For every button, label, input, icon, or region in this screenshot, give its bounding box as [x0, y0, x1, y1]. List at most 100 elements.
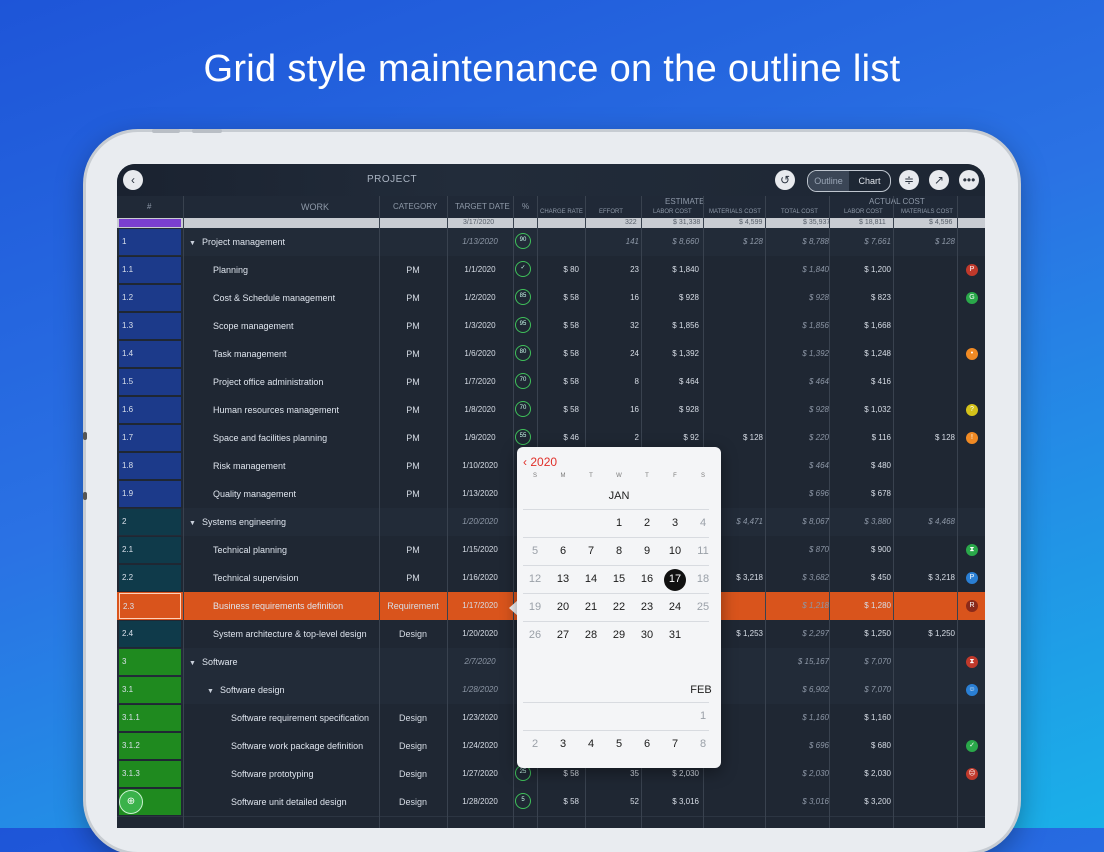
- col-labor-cost[interactable]: LABOR COST: [653, 209, 692, 215]
- work-cell[interactable]: Software requirement specification: [231, 704, 369, 732]
- labor-cell[interactable]: $ 928: [643, 396, 699, 424]
- col-effort[interactable]: EFFORT: [599, 209, 623, 215]
- work-cell[interactable]: ▼ Software: [189, 648, 237, 678]
- col-target-date[interactable]: TARGET DATE: [455, 202, 510, 211]
- target-date-cell[interactable]: 1/20/2020: [449, 620, 511, 648]
- total-cell[interactable]: $ 696: [767, 732, 829, 760]
- calendar-day[interactable]: 25: [689, 601, 717, 613]
- alabor-cell[interactable]: $ 900: [837, 536, 891, 564]
- col-materials-cost[interactable]: MATERIALS COST: [709, 209, 761, 215]
- labor-cell[interactable]: $ 464: [643, 368, 699, 396]
- total-cell[interactable]: $ 870: [767, 536, 829, 564]
- calendar-day[interactable]: 21: [577, 601, 605, 613]
- add-button[interactable]: ⊕: [119, 790, 143, 814]
- amat-cell[interactable]: $ 3,218: [897, 564, 955, 592]
- effort-cell[interactable]: 16: [587, 396, 639, 424]
- labor-cell[interactable]: $ 3,016: [643, 788, 699, 816]
- col-actual-materials-cost[interactable]: MATERIALS COST: [901, 209, 953, 215]
- status-flag-icon[interactable]: ⧗: [966, 656, 978, 668]
- total-cell[interactable]: $ 1,160: [767, 704, 829, 732]
- target-date-cell[interactable]: 1/7/2020: [449, 368, 511, 396]
- total-cell[interactable]: $ 696: [767, 480, 829, 508]
- target-date-cell[interactable]: 1/10/2020: [449, 452, 511, 480]
- status-flag-icon[interactable]: •: [966, 348, 978, 360]
- effort-cell[interactable]: 32: [587, 312, 639, 340]
- alabor-cell[interactable]: $ 450: [837, 564, 891, 592]
- total-cell[interactable]: $ 6,902: [767, 676, 829, 704]
- work-cell[interactable]: Scope management: [213, 312, 294, 340]
- status-flag-icon[interactable]: ?: [966, 404, 978, 416]
- work-cell[interactable]: Planning: [213, 256, 248, 284]
- chart-tab[interactable]: Chart: [849, 171, 890, 191]
- target-date-cell[interactable]: 1/27/2020: [449, 760, 511, 788]
- category-cell[interactable]: PM: [379, 564, 447, 592]
- calendar-day[interactable]: 6: [549, 545, 577, 557]
- target-date-cell[interactable]: 1/28/2020: [449, 788, 511, 816]
- disclosure-triangle-icon[interactable]: ▼: [207, 688, 214, 695]
- calendar-day[interactable]: 2: [521, 738, 549, 750]
- calendar-day[interactable]: 24: [661, 601, 689, 613]
- category-cell[interactable]: Design: [379, 760, 447, 788]
- work-cell[interactable]: Risk management: [213, 452, 286, 480]
- calendar-day[interactable]: 6: [633, 738, 661, 750]
- work-cell[interactable]: ▼ Software design: [207, 676, 284, 706]
- amat-cell[interactable]: $ 128: [897, 228, 955, 256]
- col-pct[interactable]: %: [522, 202, 529, 211]
- target-date-cell[interactable]: 1/20/2020: [449, 508, 511, 536]
- rate-cell[interactable]: $ 80: [537, 256, 579, 284]
- labor-cell[interactable]: $ 1,856: [643, 312, 699, 340]
- calendar-day[interactable]: 5: [521, 545, 549, 557]
- target-date-cell[interactable]: 1/1/2020: [449, 256, 511, 284]
- calendar-day[interactable]: 18: [689, 573, 717, 585]
- category-cell[interactable]: Requirement: [379, 592, 447, 620]
- calendar-day[interactable]: 20: [549, 601, 577, 613]
- percent-complete-ring[interactable]: 70: [515, 373, 531, 389]
- calendar-day[interactable]: 7: [661, 738, 689, 750]
- alabor-cell[interactable]: $ 823: [837, 284, 891, 312]
- total-cell[interactable]: $ 3,016: [767, 788, 829, 816]
- more-button[interactable]: •••: [959, 170, 979, 190]
- rate-cell[interactable]: $ 58: [537, 396, 579, 424]
- calendar-day[interactable]: 7: [577, 545, 605, 557]
- total-cell[interactable]: $ 3,682: [767, 564, 829, 592]
- amat-cell[interactable]: $ 128: [897, 424, 955, 452]
- percent-complete-ring[interactable]: 95: [515, 317, 531, 333]
- calendar-day[interactable]: 12: [521, 573, 549, 585]
- disclosure-triangle-icon[interactable]: ▼: [189, 660, 196, 667]
- category-cell[interactable]: PM: [379, 396, 447, 424]
- calendar-day[interactable]: 29: [605, 629, 633, 641]
- category-cell[interactable]: Design: [379, 788, 447, 816]
- status-flag-icon[interactable]: P: [966, 572, 978, 584]
- alabor-cell[interactable]: $ 7,070: [837, 648, 891, 676]
- target-date-cell[interactable]: 1/2/2020: [449, 284, 511, 312]
- calendar-day[interactable]: 3: [661, 517, 689, 529]
- category-cell[interactable]: PM: [379, 256, 447, 284]
- alabor-cell[interactable]: $ 7,070: [837, 676, 891, 704]
- status-flag-icon[interactable]: G: [966, 292, 978, 304]
- calendar-day[interactable]: 1: [689, 710, 717, 722]
- rate-cell[interactable]: $ 58: [537, 788, 579, 816]
- target-date-cell[interactable]: 1/13/2020: [449, 480, 511, 508]
- labor-cell[interactable]: $ 8,660: [643, 228, 699, 256]
- calendar-day[interactable]: 2: [633, 517, 661, 529]
- back-button[interactable]: ‹: [123, 170, 143, 190]
- work-cell[interactable]: Software prototyping: [231, 760, 314, 788]
- total-cell[interactable]: $ 464: [767, 452, 829, 480]
- percent-complete-ring[interactable]: 80: [515, 345, 531, 361]
- percent-complete-ring[interactable]: ✓: [515, 261, 531, 277]
- calendar-day[interactable]: 28: [577, 629, 605, 641]
- total-cell[interactable]: $ 220: [767, 424, 829, 452]
- col-category[interactable]: CATEGORY: [393, 202, 437, 211]
- total-cell[interactable]: $ 2,030: [767, 760, 829, 788]
- labor-cell[interactable]: $ 928: [643, 284, 699, 312]
- alabor-cell[interactable]: $ 1,248: [837, 340, 891, 368]
- calendar-day[interactable]: 17: [661, 573, 689, 585]
- calendar-day[interactable]: 30: [633, 629, 661, 641]
- percent-complete-ring[interactable]: 90: [515, 233, 531, 249]
- amat-cell[interactable]: $ 1,250: [897, 620, 955, 648]
- alabor-cell[interactable]: $ 1,280: [837, 592, 891, 620]
- labor-cell[interactable]: $ 1,840: [643, 256, 699, 284]
- effort-cell[interactable]: 16: [587, 284, 639, 312]
- total-cell[interactable]: $ 1,856: [767, 312, 829, 340]
- target-date-cell[interactable]: 1/9/2020: [449, 424, 511, 452]
